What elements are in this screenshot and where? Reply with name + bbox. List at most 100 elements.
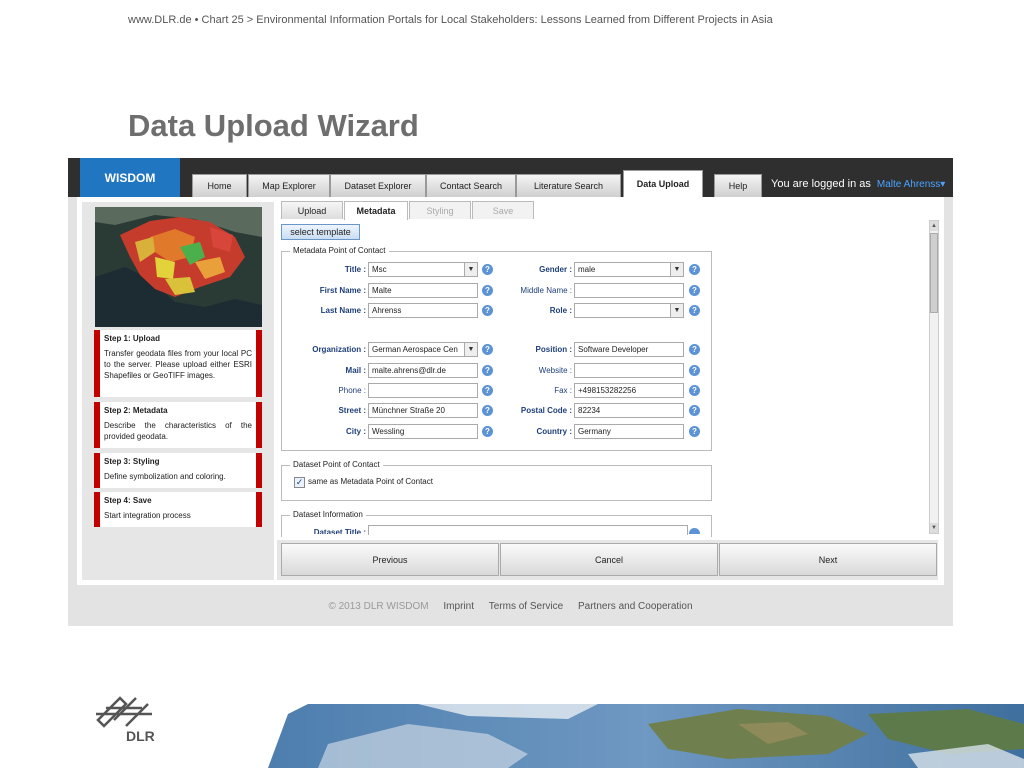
same-as-metadata-checkbox[interactable]: ✓ [294,477,305,488]
tab-dataset-explorer[interactable]: Dataset Explorer [330,174,426,197]
user-menu[interactable]: Malte Ahrenss▾ [877,179,945,190]
help-icon[interactable]: ? [482,344,493,355]
help-icon[interactable] [689,528,700,534]
help-icon[interactable]: ? [689,385,700,396]
organization-label: Organization : [312,345,366,354]
chevron-down-icon[interactable]: ▼ [670,263,683,276]
postal-code-field[interactable]: 82234 [574,403,684,418]
gender-select-value: male [578,265,596,274]
phone-field[interactable] [368,383,478,398]
step-description: Describe the characteristics of the prov… [104,421,252,441]
street-field[interactable]: Münchner Straße 20 [368,403,478,418]
role-label: Role : [549,306,572,315]
help-icon[interactable]: ? [482,264,493,275]
chevron-down-icon[interactable]: ▼ [670,304,683,317]
cancel-button[interactable]: Cancel [500,543,718,576]
subtab-styling: Styling [409,201,471,219]
previous-button[interactable]: Previous [281,543,499,576]
step-2-metadata: Step 2: Metadata Describe the characteri… [94,402,262,448]
first-name-label: First Name : [319,286,366,295]
footer-link-imprint[interactable]: Imprint [443,601,474,612]
next-button[interactable]: Next [719,543,937,576]
fax-field[interactable]: +498153282256 [574,383,684,398]
subtab-save: Save [472,201,534,219]
help-icon[interactable]: ? [689,305,700,316]
select-template-button[interactable]: select template [281,224,360,240]
last-name-field[interactable]: Ahrenss [368,303,478,318]
scroll-down-arrow-icon[interactable]: ▼ [930,523,938,533]
gender-select[interactable]: male ▼ [574,262,684,277]
help-icon[interactable]: ? [482,385,493,396]
gender-label: Gender : [539,265,572,274]
same-as-metadata-label: same as Metadata Point of Contact [308,477,433,486]
fieldset-legend: Dataset Information [290,510,366,519]
dataset-contact-fieldset: Dataset Point of Contact ✓ same as Metad… [281,460,712,501]
help-icon[interactable]: ? [482,285,493,296]
form-scrollbar[interactable]: ▲ ▼ [929,220,939,534]
tab-help[interactable]: Help [714,174,762,197]
country-field[interactable]: Germany [574,424,684,439]
help-icon[interactable]: ? [689,365,700,376]
help-icon[interactable]: ? [689,264,700,275]
first-name-field[interactable]: Malte [368,283,478,298]
help-icon[interactable]: ? [482,305,493,316]
position-label: Position : [535,345,572,354]
scroll-thumb[interactable] [930,233,938,313]
wizard-sidebar: Step 1: Upload Transfer geodata files fr… [82,202,274,580]
chevron-down-icon[interactable]: ▼ [464,263,477,276]
website-field[interactable] [574,363,684,378]
dataset-title-field[interactable] [368,525,688,535]
step-title: Step 3: Styling [104,457,160,466]
user-name[interactable]: Malte Ahrenss [877,179,940,190]
help-icon[interactable]: ? [482,405,493,416]
app-window: WISDOM Home Map Explorer Dataset Explore… [68,158,953,626]
earth-banner-image [268,704,1024,768]
subtab-upload[interactable]: Upload [281,201,343,219]
dataset-title-label: Dataset Title : [313,528,366,534]
title-select[interactable]: Msc ▼ [368,262,478,277]
scroll-up-arrow-icon[interactable]: ▲ [930,221,938,231]
tab-contact-search[interactable]: Contact Search [426,174,516,197]
last-name-label: Last Name : [320,306,366,315]
step-title: Step 2: Metadata [104,406,168,415]
step-title: Step 1: Upload [104,334,161,343]
login-text: You are logged in as [771,178,871,190]
step-description: Start integration process [104,511,191,520]
help-icon[interactable]: ? [689,344,700,355]
brand-logo[interactable]: WISDOM [80,158,180,197]
help-icon[interactable]: ? [689,426,700,437]
subtab-metadata[interactable]: Metadata [344,201,408,220]
postal-code-label: Postal Code : [520,406,572,415]
help-icon[interactable]: ? [689,285,700,296]
mail-field[interactable]: malte.ahrens@dlr.de [368,363,478,378]
help-icon[interactable]: ? [482,365,493,376]
main-panel: Step 1: Upload Transfer geodata files fr… [77,197,944,585]
tab-data-upload[interactable]: Data Upload [623,170,703,197]
city-field[interactable]: Wessling [368,424,478,439]
website-label: Website : [538,366,572,375]
fieldset-legend: Metadata Point of Contact [290,246,389,255]
step-1-upload: Step 1: Upload Transfer geodata files fr… [94,330,262,397]
middle-name-field[interactable] [574,283,684,298]
organization-select[interactable]: German Aerospace Cen ▼ [368,342,478,357]
copyright-text: © 2013 DLR WISDOM [328,601,429,612]
footer-link-terms[interactable]: Terms of Service [489,601,563,612]
slide-header: www.DLR.de • Chart 25 > Environmental In… [128,14,773,26]
chevron-down-icon[interactable]: ▾ [940,179,945,190]
tab-literature-search[interactable]: Literature Search [516,174,621,197]
step-4-save: Step 4: Save Start integration process [94,492,262,527]
role-select[interactable]: ▼ [574,303,684,318]
position-field[interactable]: Software Developer [574,342,684,357]
chevron-down-icon[interactable]: ▼ [464,343,477,356]
wizard-button-bar: Previous Cancel Next [277,540,938,580]
tab-home[interactable]: Home [192,174,247,197]
organization-select-value: German Aerospace Cen [372,345,458,354]
title-select-value: Msc [372,265,387,274]
footer-link-partners[interactable]: Partners and Cooperation [578,601,693,612]
dlr-logo-text: DLR [126,728,155,744]
help-icon[interactable]: ? [482,426,493,437]
tab-map-explorer[interactable]: Map Explorer [248,174,330,197]
top-navigation-bar: WISDOM Home Map Explorer Dataset Explore… [68,158,953,197]
help-icon[interactable]: ? [689,405,700,416]
map-thumbnail [95,207,262,327]
